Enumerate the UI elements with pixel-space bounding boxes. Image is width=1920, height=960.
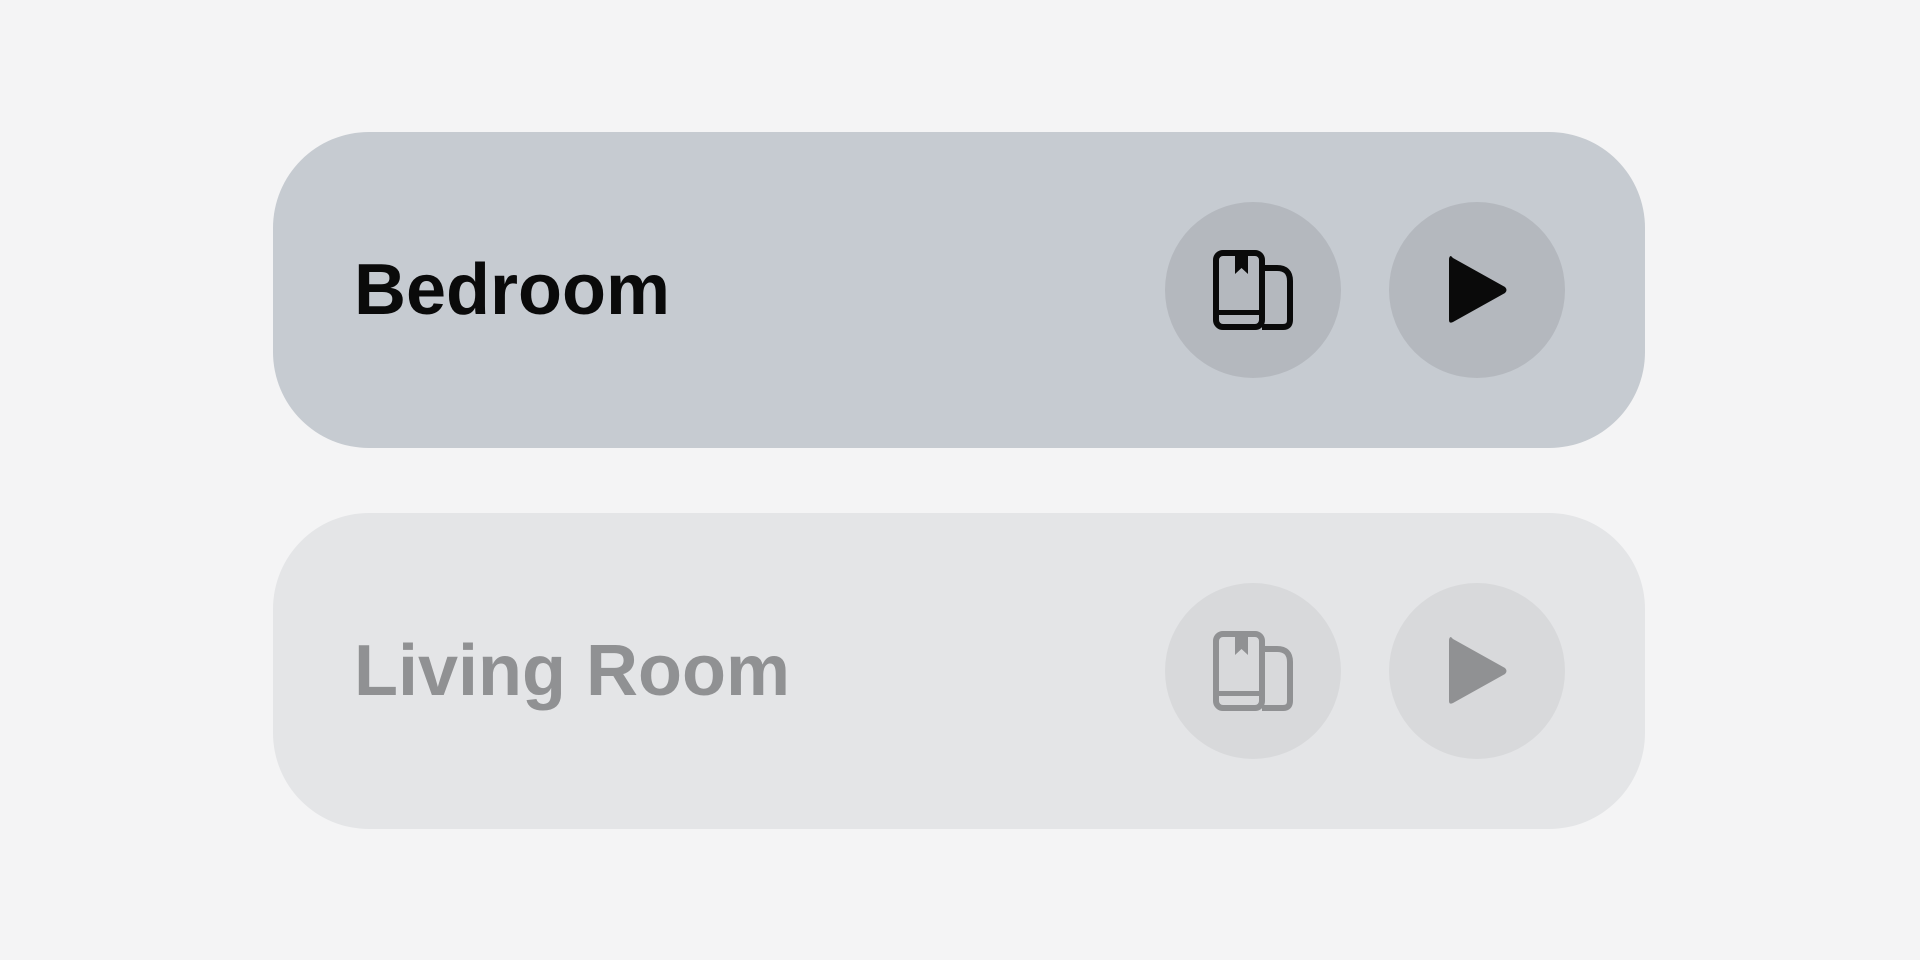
library-icon xyxy=(1213,631,1293,711)
play-icon xyxy=(1449,637,1507,704)
library-button[interactable] xyxy=(1165,202,1341,378)
library-button[interactable] xyxy=(1165,583,1341,759)
room-name: Living Room xyxy=(354,631,790,711)
room-card-living-room[interactable]: Living Room xyxy=(273,513,1645,829)
room-actions xyxy=(1165,202,1565,378)
play-button[interactable] xyxy=(1389,202,1565,378)
play-icon xyxy=(1449,256,1507,323)
library-icon xyxy=(1213,250,1293,330)
room-name: Bedroom xyxy=(354,250,671,330)
room-card-bedroom[interactable]: Bedroom xyxy=(273,132,1645,448)
room-actions xyxy=(1165,583,1565,759)
play-button[interactable] xyxy=(1389,583,1565,759)
room-list: Bedroom Living Room xyxy=(0,0,1920,960)
